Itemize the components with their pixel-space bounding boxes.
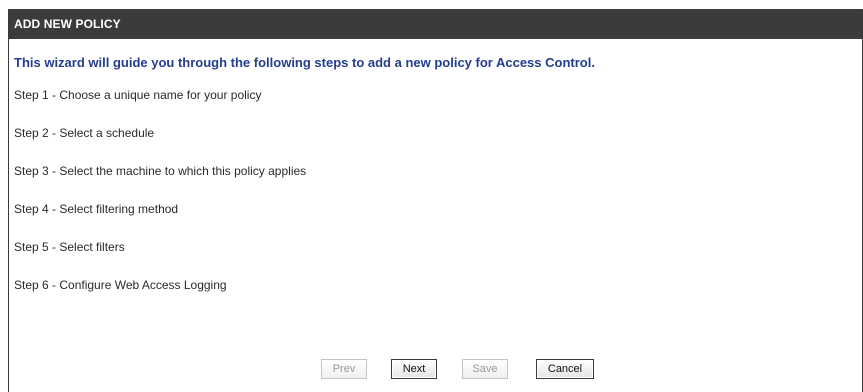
panel-title-bar: ADD NEW POLICY bbox=[9, 9, 862, 39]
cancel-button[interactable]: Cancel bbox=[536, 359, 594, 379]
add-new-policy-panel: ADD NEW POLICY This wizard will guide yo… bbox=[8, 9, 863, 392]
panel-title: ADD NEW POLICY bbox=[14, 17, 121, 31]
wizard-step-1: Step 1 - Choose a unique name for your p… bbox=[14, 88, 262, 102]
wizard-content: This wizard will guide you through the f… bbox=[9, 54, 862, 293]
wizard-button-row: Prev Next Save Cancel bbox=[9, 359, 862, 379]
wizard-step-2: Step 2 - Select a schedule bbox=[14, 126, 155, 140]
wizard-steps-list: Step 1 - Choose a unique name for your p… bbox=[14, 87, 862, 293]
prev-button[interactable]: Prev bbox=[321, 359, 367, 379]
wizard-step-4: Step 4 - Select filtering method bbox=[14, 202, 179, 216]
wizard-step-5: Step 5 - Select filters bbox=[14, 240, 125, 254]
next-button[interactable]: Next bbox=[391, 359, 437, 379]
wizard-intro-text: This wizard will guide you through the f… bbox=[14, 55, 595, 70]
wizard-step-6: Step 6 - Configure Web Access Logging bbox=[14, 278, 227, 292]
wizard-step-3: Step 3 - Select the machine to which thi… bbox=[14, 164, 307, 178]
save-button[interactable]: Save bbox=[462, 359, 508, 379]
